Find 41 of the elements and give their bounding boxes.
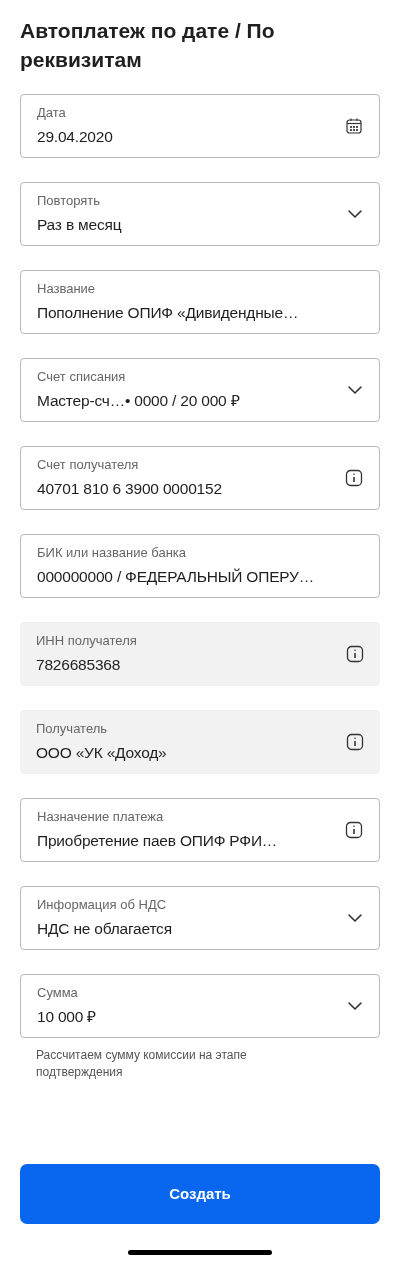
field-value: Раз в месяц — [37, 215, 123, 235]
field-label: Счет получателя — [37, 456, 140, 474]
field-value: 10 000 ₽ — [37, 1007, 98, 1027]
field-value: 000000000 / ФЕДЕРАЛЬНЫЙ ОПЕРУ… — [37, 567, 316, 587]
calendar-icon[interactable] — [345, 117, 363, 135]
field-label: ИНН получателя — [36, 632, 138, 650]
field-value: Пополнение ОПИФ «Дивидендные… — [37, 303, 300, 323]
input-field[interactable]: Информация об НДС НДС не облагается — [20, 886, 380, 950]
input-field[interactable]: Счет получателя 40701 810 6 3900 0000152 — [20, 446, 380, 510]
field-value: 40701 810 6 3900 0000152 — [37, 479, 223, 499]
info-icon[interactable] — [345, 469, 363, 487]
field-label: Повторять — [37, 192, 102, 210]
chevron-down-icon[interactable] — [347, 385, 363, 395]
chevron-down-icon[interactable] — [347, 913, 363, 923]
input-field[interactable]: Назначение платежа Приобретение паев ОПИФ РФИ… — [20, 798, 380, 862]
field-label: Назначение платежа — [37, 808, 165, 826]
field-label: Получатель — [36, 720, 109, 738]
field-value: НДС не облагается — [37, 919, 173, 939]
field-label: БИК или название банка — [37, 544, 188, 562]
field-label: Счет списания — [37, 368, 127, 386]
input-field[interactable]: Сумма 10 000 ₽ — [20, 974, 380, 1038]
input-field[interactable]: Название Пополнение ОПИФ «Дивидендные… — [20, 270, 380, 334]
create-button[interactable]: Создать — [20, 1164, 380, 1224]
hint-text: Рассчитаем сумму комиссии на этапе подтверждения — [35, 1047, 248, 1081]
input-field[interactable]: Повторять Раз в месяц — [20, 182, 380, 246]
field-label: Информация об НДС — [37, 896, 168, 914]
page-title: Автоплатеж по дате / По реквизитам — [20, 18, 276, 73]
field-value: 7826685368 — [36, 655, 122, 675]
field-label: Дата — [37, 104, 67, 122]
field-value: ООО «УК «Доход» — [36, 743, 168, 763]
input-field[interactable]: Дата 29.04.2020 — [20, 94, 380, 158]
field-label: Сумма — [37, 984, 79, 1002]
info-icon[interactable] — [345, 821, 363, 839]
input-field[interactable]: БИК или название банка 000000000 / ФЕДЕРАЛЬНЫЙ ОПЕРУ… — [20, 534, 380, 598]
field-value: Приобретение паев ОПИФ РФИ… — [37, 831, 279, 851]
field-value: Мастер-сч…• 0000 / 20 000 ₽ — [37, 391, 241, 411]
input-field[interactable]: Счет списания Мастер-сч…• 0000 / 20 000 ₽ — [20, 358, 380, 422]
field-value: 29.04.2020 — [37, 127, 114, 147]
chevron-down-icon[interactable] — [347, 209, 363, 219]
field-label: Название — [37, 280, 97, 298]
chevron-down-icon[interactable] — [347, 1001, 363, 1011]
